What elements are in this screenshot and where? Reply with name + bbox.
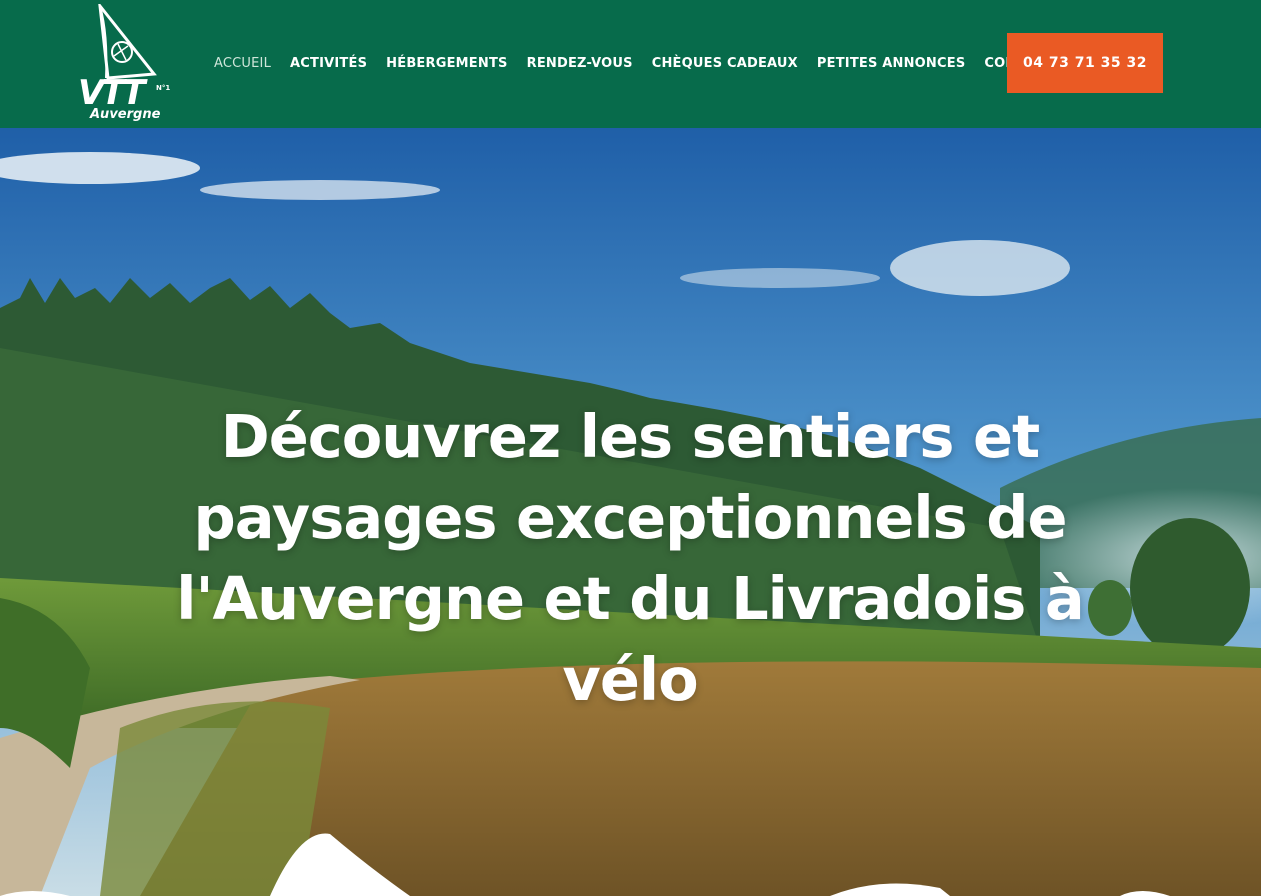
site-logo[interactable]: VTT N°1 Auvergne bbox=[78, 0, 174, 124]
hero-title: Découvrez les sentiers et paysages excep… bbox=[176, 402, 1085, 714]
nav-item-activites[interactable]: Activités bbox=[290, 52, 367, 76]
logo-text: VTT bbox=[78, 73, 146, 113]
phone-button[interactable]: 04 73 71 35 32 bbox=[1007, 33, 1163, 93]
nav-item-petites-annonces[interactable]: Petites annonces bbox=[817, 52, 966, 76]
nav-item-cheques-cadeaux[interactable]: Chèques cadeaux bbox=[652, 52, 798, 76]
nav-item-accueil[interactable]: Accueil bbox=[214, 52, 271, 76]
hero-banner: Découvrez les sentiers et paysages excep… bbox=[0, 128, 1261, 896]
site-header: VTT N°1 Auvergne Accueil Activités Héber… bbox=[0, 0, 1261, 128]
nav-item-rendez-vous[interactable]: Rendez-vous bbox=[527, 52, 633, 76]
windsurf-sail-icon bbox=[97, 0, 157, 80]
main-nav: Accueil Activités Hébergements Rendez-vo… bbox=[203, 52, 1073, 76]
nav-item-hebergements[interactable]: Hébergements bbox=[386, 52, 507, 76]
logo-subtitle: Auvergne bbox=[90, 107, 161, 122]
logo-badge: N°1 bbox=[156, 84, 171, 92]
